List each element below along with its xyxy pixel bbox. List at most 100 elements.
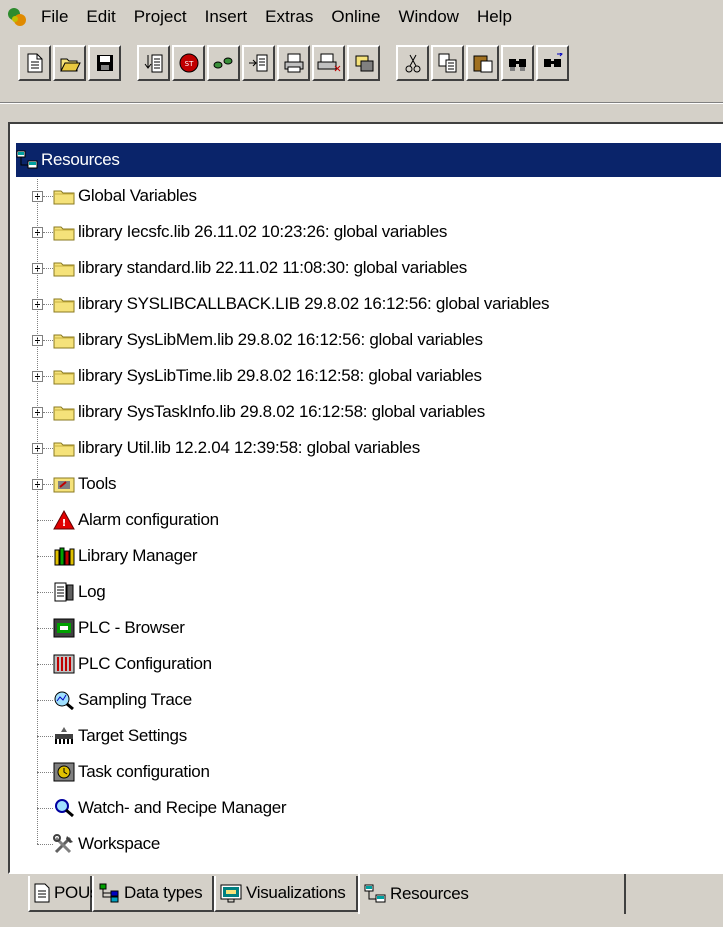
open-icon — [59, 58, 81, 72]
tree-connector — [37, 699, 53, 701]
pou-icon — [34, 883, 50, 903]
tree-connector — [37, 627, 53, 629]
copy-icon — [438, 53, 456, 73]
menu-online[interactable]: Online — [322, 0, 389, 34]
open-button[interactable] — [53, 45, 86, 81]
tree-connector — [43, 267, 53, 269]
tree-item[interactable]: library SysLibTime.lib 29.8.02 16:12:58:… — [32, 359, 482, 393]
copy-button[interactable] — [431, 45, 464, 81]
tree-item[interactable]: library Iecsfc.lib 26.11.02 10:23:26: gl… — [32, 215, 447, 249]
tree-connector — [37, 591, 53, 593]
print-icon — [284, 53, 303, 73]
menu-bar: File Edit Project Insert Extras Online W… — [0, 0, 723, 34]
resources-icon — [16, 150, 38, 170]
tree-connector — [37, 843, 53, 845]
find-button[interactable] — [501, 45, 534, 81]
tree-item-label: PLC - Browser — [78, 618, 185, 637]
tree-item[interactable]: library SysTaskInfo.lib 29.8.02 16:12:58… — [32, 395, 485, 429]
alarm-icon: ! — [53, 510, 75, 530]
step-in-icon — [248, 54, 267, 72]
tree-connector — [37, 735, 53, 737]
tab-visualizations[interactable]: Visualizations — [214, 876, 358, 912]
tree-connector — [37, 807, 53, 809]
menu-help[interactable]: Help — [468, 0, 521, 34]
print-preview-button[interactable] — [312, 45, 345, 81]
tree-item[interactable]: Log — [32, 575, 106, 609]
tree-connector — [43, 375, 53, 377]
tree-root-resources[interactable]: Resources — [16, 143, 721, 177]
run-icon — [213, 57, 232, 69]
save-button[interactable] — [88, 45, 121, 81]
tree-item-label: Alarm configuration — [78, 510, 219, 529]
tree-connector — [43, 339, 53, 341]
menu-window[interactable]: Window — [389, 0, 467, 34]
folder-icon — [53, 222, 75, 242]
tree-item[interactable]: PLC - Browser — [32, 611, 185, 645]
login-icon — [144, 54, 162, 73]
tree-item[interactable]: Library Manager — [32, 539, 198, 573]
tree-item[interactable]: PLC Configuration — [32, 647, 212, 681]
folder-icon — [53, 402, 75, 422]
tree-item-label: Target Settings — [78, 726, 187, 745]
tree-item-label: PLC Configuration — [78, 654, 212, 673]
tree-item-label: Sampling Trace — [78, 690, 192, 709]
cut-button[interactable] — [396, 45, 429, 81]
tab-resources[interactable]: Resources — [358, 874, 626, 914]
tree-item[interactable]: library SysLibMem.lib 29.8.02 16:12:56: … — [32, 323, 483, 357]
step-in-button[interactable] — [242, 45, 275, 81]
menu-extras[interactable]: Extras — [256, 0, 322, 34]
login-button[interactable] — [137, 45, 170, 81]
toolbar-separator — [0, 102, 723, 104]
tree-item[interactable]: library Util.lib 12.2.04 12:39:58: globa… — [32, 431, 420, 465]
tree-connector — [43, 411, 53, 413]
tree-item[interactable]: Sampling Trace — [32, 683, 192, 717]
tree-item[interactable]: Watch- and Recipe Manager — [32, 791, 287, 825]
toolbar: ST — [0, 36, 723, 90]
paste-button[interactable] — [466, 45, 499, 81]
tree-item-label: Task configuration — [78, 762, 210, 781]
menu-insert[interactable]: Insert — [196, 0, 257, 34]
print-button[interactable] — [277, 45, 310, 81]
folder-icon — [53, 438, 75, 458]
tab-data-types[interactable]: Data types — [92, 876, 214, 912]
menu-file[interactable]: File — [32, 0, 77, 34]
folder-icon — [53, 186, 75, 206]
tree-item[interactable]: library standard.lib 22.11.02 11:08:30: … — [32, 251, 467, 285]
tree-item[interactable]: Workspace — [32, 827, 160, 861]
menu-edit[interactable]: Edit — [77, 0, 124, 34]
tree-item[interactable]: ! Alarm configuration — [32, 503, 219, 537]
resources-tab-icon — [364, 884, 386, 904]
tab-pous[interactable]: POUs — [28, 876, 98, 912]
menu-project[interactable]: Project — [125, 0, 196, 34]
tree-item[interactable]: Tools — [32, 467, 116, 501]
run-button[interactable] — [207, 45, 240, 81]
tree-item[interactable]: Global Variables — [32, 179, 197, 213]
new-icon — [27, 53, 42, 73]
new-button[interactable] — [18, 45, 51, 81]
tree-connector — [43, 447, 53, 449]
svg-text:!: ! — [62, 518, 67, 529]
library-icon — [53, 546, 75, 566]
print-preview-icon — [317, 53, 340, 72]
target-icon — [53, 726, 75, 746]
object-tree-panel[interactable]: Resources Global Variables library Iecsfc… — [8, 122, 723, 874]
stop-button[interactable]: ST — [172, 45, 205, 81]
tree-item[interactable]: Task configuration — [32, 755, 210, 789]
tree-connector — [43, 303, 53, 305]
svg-text:ST: ST — [184, 60, 193, 68]
tree-item-label: library Util.lib 12.2.04 12:39:58: globa… — [78, 438, 420, 457]
tree-root-label: Resources — [41, 150, 120, 169]
tree-item-label: library SysLibMem.lib 29.8.02 16:12:56: … — [78, 330, 483, 349]
task-icon — [53, 762, 75, 782]
find-next-button[interactable] — [536, 45, 569, 81]
tree-item[interactable]: Target Settings — [32, 719, 187, 753]
tab-data-types-label: Data types — [124, 883, 203, 902]
datatypes-icon — [98, 883, 120, 903]
debug-button[interactable] — [347, 45, 380, 81]
tree-item-label: Workspace — [78, 834, 161, 853]
tree-item[interactable]: library SYSLIBCALLBACK.LIB 29.8.02 16:12… — [32, 287, 550, 321]
tab-resources-label: Resources — [390, 884, 469, 903]
app-icon[interactable] — [6, 6, 28, 28]
debug-icon — [355, 55, 373, 72]
tree-item-label: Log — [78, 582, 106, 601]
